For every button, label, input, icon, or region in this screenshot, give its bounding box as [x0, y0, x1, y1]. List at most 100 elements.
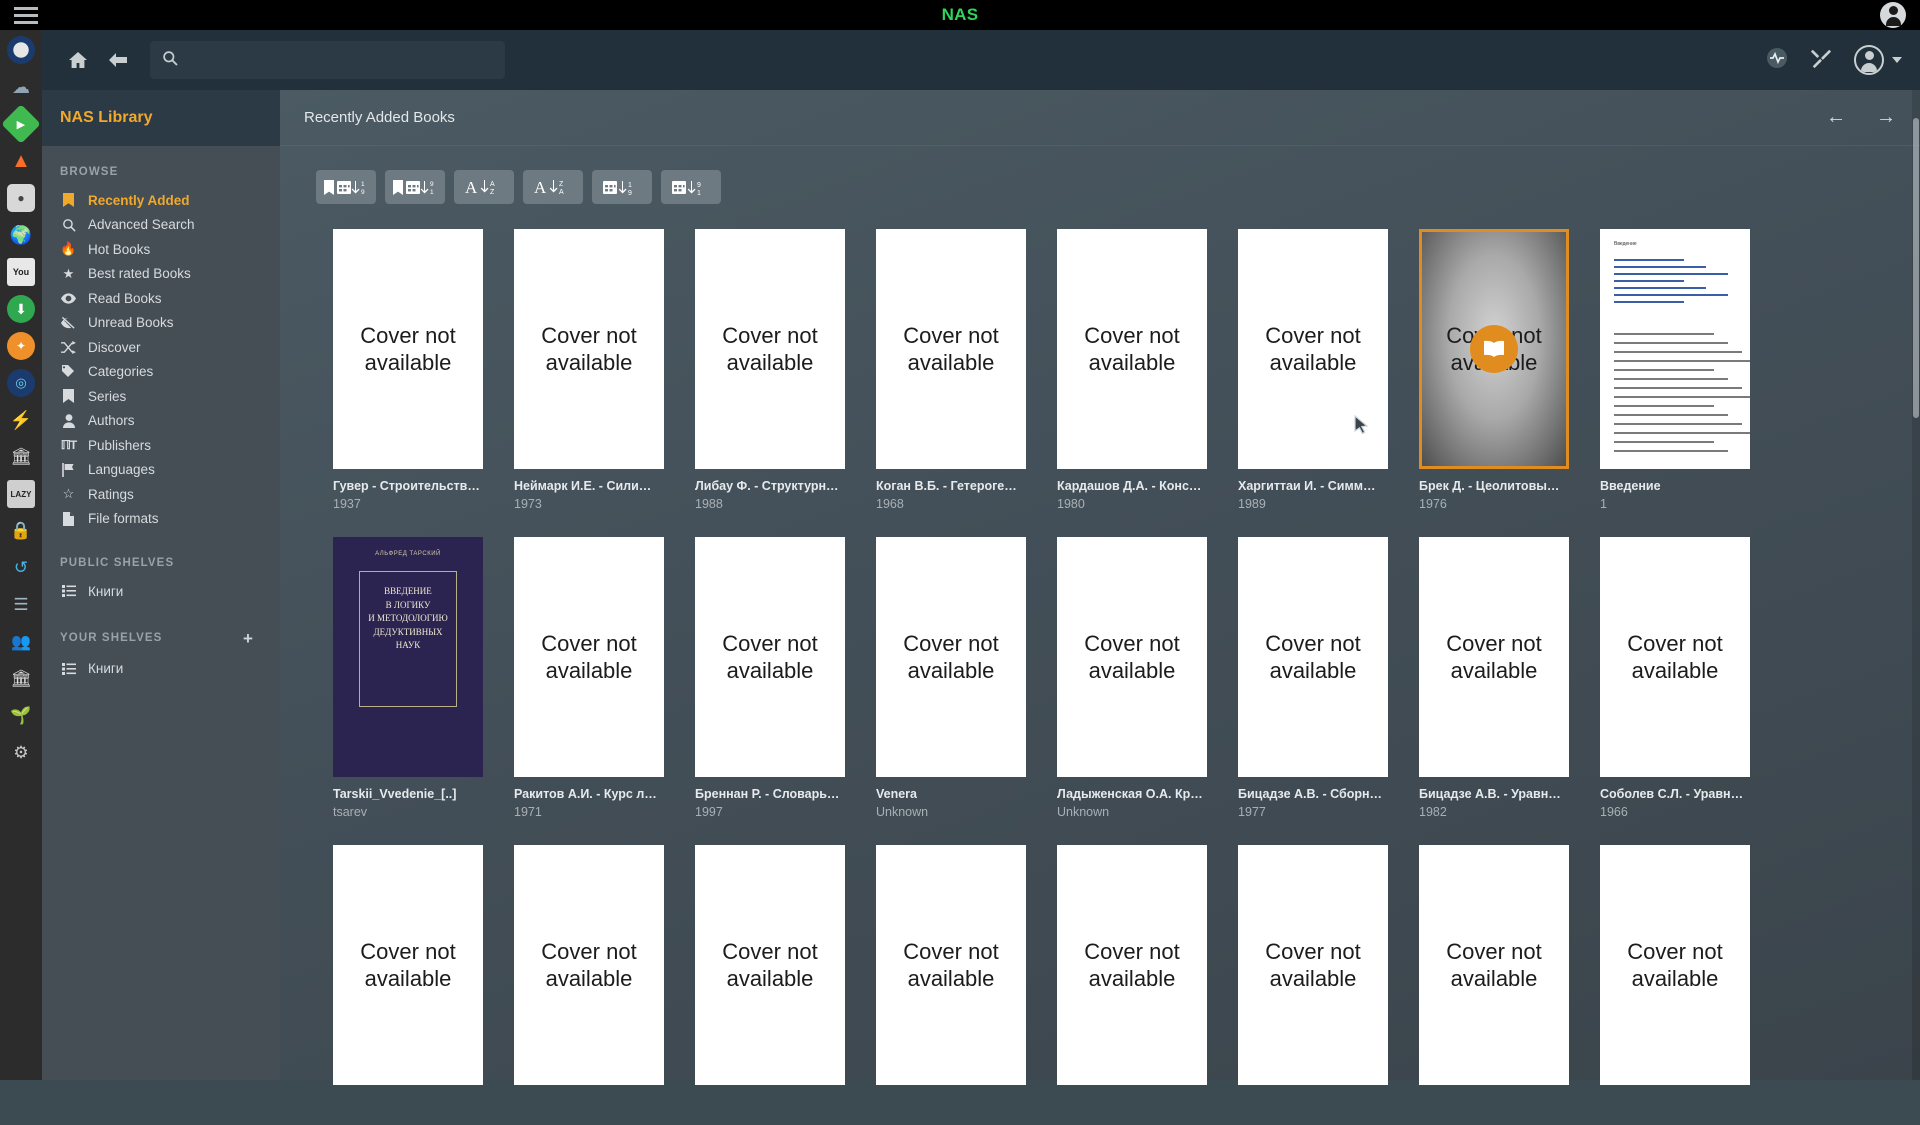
book-cover-image[interactable]: Введение — [1600, 229, 1750, 469]
sidebar-shelf-public-knigi[interactable]: Книги — [42, 579, 280, 604]
dock-app-gitlab-fox-icon[interactable]: ▲ — [7, 147, 35, 175]
book-card[interactable]: Cover not available Брек Д. - Цеолитовы… 1… — [1406, 229, 1582, 511]
back-arrow-icon[interactable] — [98, 40, 138, 80]
book-card[interactable]: Cover not available — [682, 845, 858, 1099]
sidebar-item-authors[interactable]: Authors — [42, 409, 280, 434]
book-card[interactable]: Cover not available — [1044, 845, 1220, 1099]
dock-app-youtube-icon[interactable]: You — [7, 258, 35, 286]
sort-title-z-a-button[interactable]: A Z A — [523, 170, 583, 204]
dock-app-speedometer-icon[interactable] — [7, 36, 35, 64]
book-title[interactable]: Либау Ф. - Структурн… — [695, 479, 845, 493]
dock-app-plant-icon[interactable]: 🌱 — [7, 702, 35, 730]
book-title[interactable]: Введение — [1600, 479, 1750, 493]
search-input[interactable] — [188, 52, 493, 68]
book-cover-placeholder[interactable]: Cover not available — [1057, 229, 1207, 469]
book-cover-placeholder[interactable]: Cover not available — [1600, 537, 1750, 777]
sidebar-item-publishers[interactable]: ℿT Publishers — [42, 433, 280, 458]
user-avatar-icon[interactable] — [1854, 45, 1884, 75]
book-card[interactable]: Cover not available Venera Unknown — [863, 537, 1039, 819]
book-title[interactable]: Коган В.Б. - Гетероге… — [876, 479, 1026, 493]
book-cover-placeholder[interactable]: Cover not available — [1057, 845, 1207, 1085]
arrow-left-icon[interactable]: ← — [1826, 106, 1846, 129]
book-title[interactable]: Харгиттаи И. - Симм… — [1238, 479, 1388, 493]
book-card[interactable]: Cover not available — [1225, 845, 1401, 1099]
dock-app-transmission-icon[interactable]: ● — [7, 184, 35, 212]
sidebar-item-unread-books[interactable]: Unread Books — [42, 311, 280, 336]
sidebar-item-advanced-search[interactable]: Advanced Search — [42, 213, 280, 238]
read-book-button[interactable] — [1470, 325, 1518, 373]
book-card[interactable]: Cover not available Харгиттаи И. - Симм… 1… — [1225, 229, 1401, 511]
scrollbar-thumb[interactable] — [1913, 118, 1919, 418]
book-title[interactable]: Ракитов А.И. - Курс л… — [514, 787, 664, 801]
book-card[interactable]: Cover not available — [863, 845, 1039, 1099]
book-card[interactable]: Cover not available — [1587, 845, 1763, 1099]
dock-app-syncthing-icon[interactable]: ↺ — [7, 554, 35, 582]
book-card[interactable]: Cover not available — [1406, 845, 1582, 1099]
sidebar-item-ratings[interactable]: ☆ Ratings — [42, 482, 280, 507]
plus-icon[interactable]: + — [243, 630, 254, 647]
os-user-account-icon[interactable] — [1880, 2, 1906, 28]
dock-app-flash-icon[interactable]: ⚡ — [7, 406, 35, 434]
book-card[interactable]: Cover not available Бицадзе А.В. - Уравн…… — [1406, 537, 1582, 819]
book-title[interactable]: Бицадзе А.В. - Уравн… — [1419, 787, 1569, 801]
book-cover-placeholder[interactable]: Cover not available — [695, 845, 845, 1085]
book-card[interactable]: Cover not available Бреннан Р. - Словарь…… — [682, 537, 858, 819]
sidebar-item-series[interactable]: Series — [42, 384, 280, 409]
sidebar-item-hot-books[interactable]: 🔥 Hot Books — [42, 237, 280, 262]
sidebar-item-languages[interactable]: Languages — [42, 458, 280, 483]
sidebar-item-recently-added[interactable]: Recently Added — [42, 188, 280, 213]
book-cover-placeholder[interactable]: Cover not available — [514, 845, 664, 1085]
main-scrollbar[interactable] — [1912, 90, 1920, 1080]
activity-pulse-icon[interactable] — [1766, 47, 1788, 74]
book-title[interactable]: Tarskii_Vvedenie_[..] — [333, 787, 483, 801]
book-card[interactable]: Введение Введение 1 — [1587, 229, 1763, 511]
book-cover-placeholder[interactable]: Cover not available — [1419, 845, 1569, 1085]
dock-app-download-green-icon[interactable]: ⬇ — [7, 295, 35, 323]
book-title[interactable]: Кардашов Д.А. - Конс… — [1057, 479, 1207, 493]
book-title[interactable]: Соболев С.Л. - Уравн… — [1600, 787, 1750, 801]
sidebar-item-file-formats[interactable]: File formats — [42, 507, 280, 532]
book-cover-placeholder[interactable]: Cover not available — [876, 229, 1026, 469]
book-card[interactable]: Cover not available — [501, 845, 677, 1099]
book-card[interactable]: Cover not available Коган В.Б. - Гетероге… — [863, 229, 1039, 511]
wrench-screwdriver-icon[interactable] — [1810, 47, 1832, 74]
book-cover-placeholder[interactable]: Cover not available — [1419, 229, 1569, 469]
dock-app-cloud-icon[interactable]: ☁ — [7, 73, 35, 101]
book-cover-placeholder[interactable]: Cover not available — [695, 537, 845, 777]
book-card[interactable]: АЛЬФРЕД ТАРСКИЙ ВВЕДЕНИЕ В ЛОГИКУ И МЕТОДОЛ… — [320, 537, 496, 819]
dock-app-jdownloader-icon[interactable]: 🌍 — [7, 221, 35, 249]
dock-app-orange-compass-icon[interactable]: ✦ — [7, 332, 35, 360]
sort-list-ascending-button[interactable]: 1 9 — [592, 170, 652, 204]
book-title[interactable]: Брек Д. - Цеолитовы… — [1419, 479, 1569, 493]
book-cover-placeholder[interactable]: Cover not available — [514, 229, 664, 469]
book-card[interactable]: Cover not available Бицадзе А.В. - Сборн…… — [1225, 537, 1401, 819]
book-card[interactable]: Cover not available Кардашов Д.А. - Конс…… — [1044, 229, 1220, 511]
book-card[interactable]: Cover not available — [320, 845, 496, 1099]
dock-app-users-icon[interactable]: 👥 — [7, 628, 35, 656]
sidebar-shelf-your-knigi[interactable]: Книги — [42, 657, 280, 682]
book-cover-placeholder[interactable]: Cover not available — [876, 845, 1026, 1085]
book-cover-placeholder[interactable]: Cover not available — [514, 537, 664, 777]
book-title[interactable]: Гувер - Строительств… — [333, 479, 483, 493]
book-cover-placeholder[interactable]: Cover not available — [876, 537, 1026, 777]
search-box[interactable] — [150, 41, 505, 79]
home-icon[interactable] — [58, 40, 98, 80]
sidebar-item-best-rated-books[interactable]: ★ Best rated Books — [42, 262, 280, 287]
sort-by-date-ascending-button[interactable]: 1 9 — [316, 170, 376, 204]
book-card[interactable]: Cover not available Соболев С.Л. - Уравн…… — [1587, 537, 1763, 819]
dock-app-library-icon[interactable]: 🏛 — [7, 665, 35, 693]
book-cover-placeholder[interactable]: Cover not available — [1238, 845, 1388, 1085]
book-card[interactable]: Cover not available Ракитов А.И. - Курс л… — [501, 537, 677, 819]
chevron-down-icon[interactable] — [1892, 57, 1902, 63]
book-cover-placeholder[interactable]: Cover not available — [333, 845, 483, 1085]
sidebar-item-discover[interactable]: Discover — [42, 335, 280, 360]
book-card[interactable]: Cover not available Неймарк И.Е. - Сили… 1… — [501, 229, 677, 511]
book-title[interactable]: Ладыженская О.А. Кр… — [1057, 787, 1207, 801]
sort-title-a-z-button[interactable]: A A Z — [454, 170, 514, 204]
dock-app-gear-icon[interactable]: ⚙ — [7, 739, 35, 767]
book-cover-placeholder[interactable]: Cover not available — [1238, 537, 1388, 777]
book-card[interactable]: Cover not available Либау Ф. - Структурн…… — [682, 229, 858, 511]
book-cover-placeholder[interactable]: Cover not available — [333, 229, 483, 469]
book-card[interactable]: Cover not available Ладыженская О.А. Кр… U… — [1044, 537, 1220, 819]
book-cover-placeholder[interactable]: Cover not available — [695, 229, 845, 469]
